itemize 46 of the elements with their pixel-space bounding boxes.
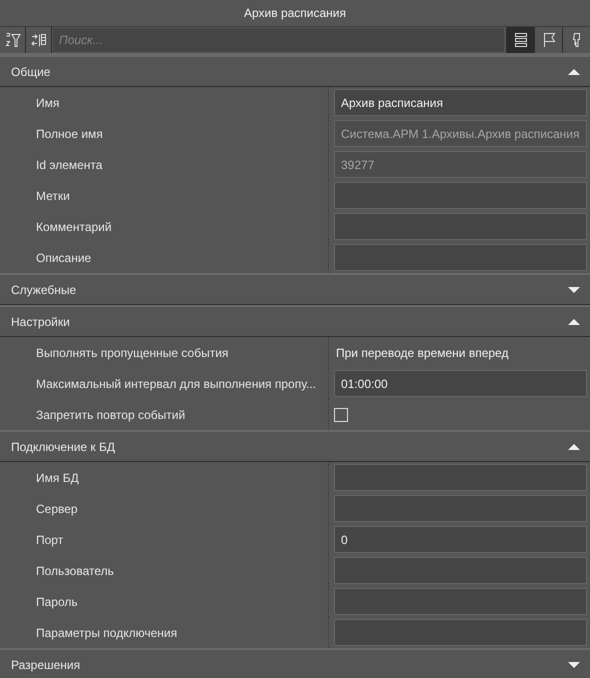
property-label: Запретить повтор событий — [0, 399, 329, 430]
expand-arrow-icon — [568, 662, 580, 668]
property-label: Пользователь — [0, 555, 329, 586]
collapse-arrow-icon — [568, 444, 580, 450]
property-label: Выполнять пропущенные события — [0, 337, 329, 368]
input-field[interactable] — [334, 619, 587, 646]
section-header[interactable]: Подключение к БД — [0, 430, 590, 462]
checkbox[interactable] — [334, 408, 348, 422]
input-field: Система.АРМ 1.Архивы.Архив расписания — [334, 120, 587, 147]
property-label: Id элемента — [0, 149, 329, 180]
input-field: 39277 — [334, 151, 587, 178]
property-label: Описание — [0, 242, 329, 273]
property-value: При переводе времени вперед — [335, 346, 508, 360]
input-field[interactable] — [334, 495, 587, 522]
property-label: Имя — [0, 87, 329, 118]
input-field[interactable] — [334, 244, 587, 271]
input-field[interactable]: Архив расписания — [334, 89, 587, 116]
input-field[interactable]: 0 — [334, 526, 587, 553]
sort-filter-icon — [4, 32, 20, 48]
tree-arrows-icon — [30, 32, 46, 48]
collapse-arrow-icon — [568, 318, 580, 324]
section-header[interactable]: Общие — [0, 55, 590, 87]
property-label: Параметры подключения — [0, 617, 329, 648]
property-label: Комментарий — [0, 211, 329, 242]
section-header[interactable]: Служебные — [0, 273, 590, 305]
collapse-arrow-icon — [568, 68, 580, 74]
input-field[interactable] — [334, 182, 587, 209]
list-icon — [512, 32, 528, 48]
section-header[interactable]: Настройки — [0, 305, 590, 337]
property-label: Сервер — [0, 493, 329, 524]
search-field[interactable]: Поиск... — [53, 28, 504, 52]
property-label: Имя БД — [0, 462, 329, 493]
input-field[interactable] — [334, 588, 587, 615]
property-label: Порт — [0, 524, 329, 555]
input-field[interactable] — [334, 213, 587, 240]
expand-arrow-icon — [568, 286, 580, 292]
property-label: Пароль — [0, 586, 329, 617]
property-label: Метки — [0, 180, 329, 211]
input-field[interactable] — [334, 464, 587, 491]
input-field[interactable] — [334, 557, 587, 584]
input-field[interactable]: 01:00:00 — [334, 370, 587, 397]
section-header[interactable]: Разрешения — [0, 648, 590, 678]
property-label: Полное имя — [0, 118, 329, 149]
property-label: Максимальный интервал для выполнения пропу... — [0, 368, 329, 399]
list-button[interactable] — [506, 27, 534, 53]
window-title: Архив расписания — [244, 6, 346, 20]
